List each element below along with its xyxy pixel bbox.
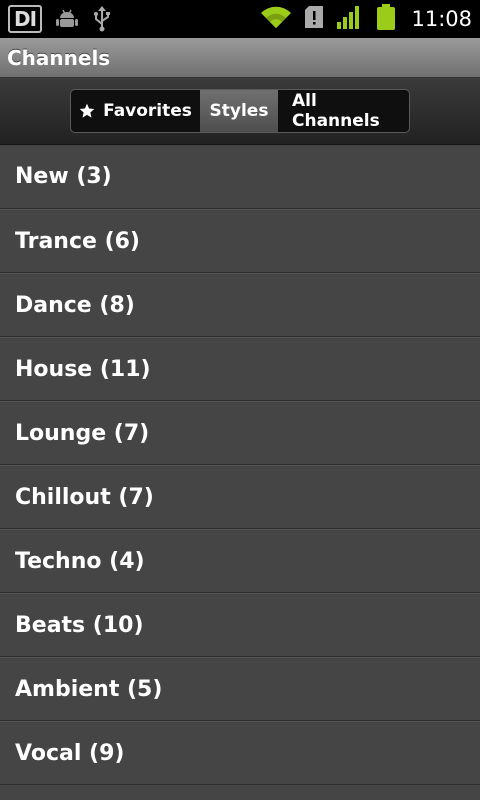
- sd-card-alert-icon: [305, 6, 324, 32]
- list-item[interactable]: Lounge (7): [0, 401, 480, 465]
- wifi-icon: [261, 6, 292, 32]
- list-item[interactable]: Vocal (9): [0, 721, 480, 785]
- signal-icon: [337, 5, 363, 33]
- segmented-control: Favorites Styles All Channels: [70, 89, 410, 133]
- tab-all-channels[interactable]: All Channels: [278, 90, 409, 132]
- status-bar: DI 11:08: [0, 0, 480, 38]
- tab-styles[interactable]: Styles: [200, 90, 278, 132]
- android-debug-icon: [56, 8, 78, 30]
- battery-icon: [377, 4, 396, 34]
- tab-styles-label: Styles: [209, 101, 269, 121]
- star-icon: [79, 103, 95, 119]
- list-item[interactable]: Ambient (5): [0, 657, 480, 721]
- page-title: Channels: [0, 38, 480, 78]
- tab-favorites[interactable]: Favorites: [71, 90, 200, 132]
- tab-all-channels-label: All Channels: [292, 91, 380, 131]
- list-item[interactable]: New (3): [0, 145, 480, 209]
- app-logo-icon: DI: [8, 5, 42, 33]
- tab-favorites-label: Favorites: [103, 101, 192, 121]
- list-item[interactable]: Trance (6): [0, 209, 480, 273]
- list-item[interactable]: Chillout (7): [0, 465, 480, 529]
- list-item[interactable]: House (11): [0, 337, 480, 401]
- list-item[interactable]: Dance (8): [0, 273, 480, 337]
- clock: 11:08: [411, 7, 472, 31]
- usb-icon: [92, 6, 112, 32]
- styles-list: New (3) Trance (6) Dance (8) House (11) …: [0, 145, 480, 785]
- list-item[interactable]: Techno (4): [0, 529, 480, 593]
- tab-bar: Favorites Styles All Channels: [0, 78, 480, 145]
- list-item[interactable]: Beats (10): [0, 593, 480, 657]
